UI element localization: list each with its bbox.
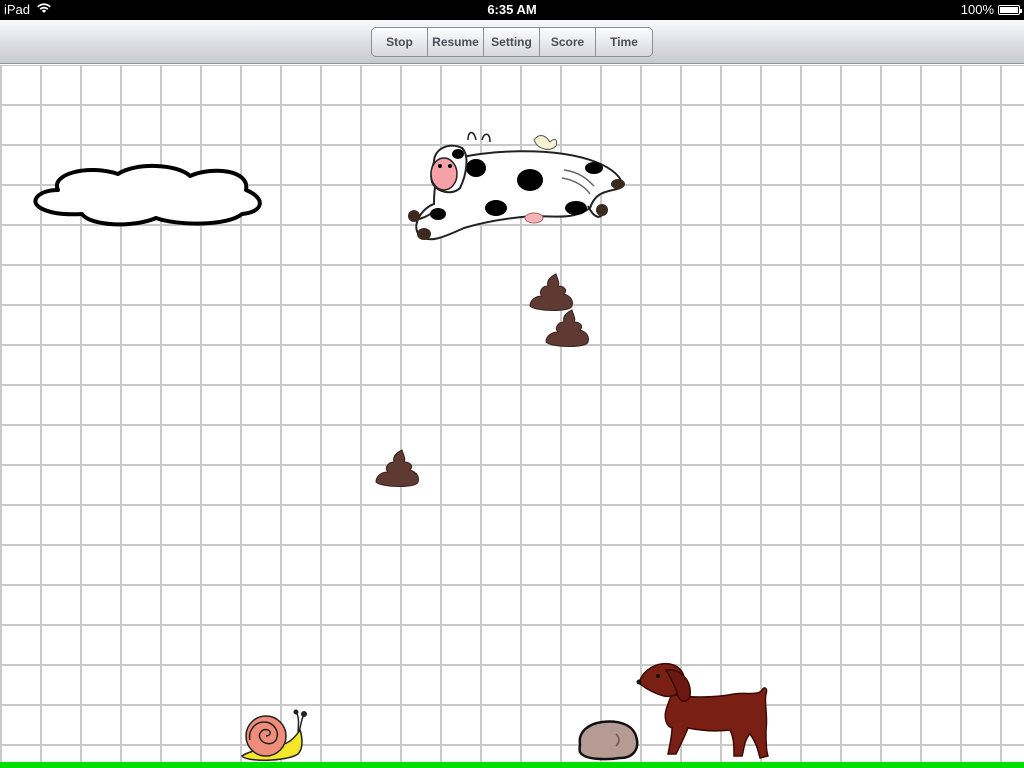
status-time: 6:35 AM	[487, 2, 537, 17]
battery-level	[1000, 6, 1018, 13]
status-bar: iPad 6:35 AM 100%	[0, 0, 1024, 20]
stop-button[interactable]: Stop	[372, 27, 428, 56]
setting-button[interactable]: Setting	[484, 27, 540, 56]
game-controls: Stop Resume Setting Score Time	[371, 26, 653, 57]
time-button[interactable]: Time	[596, 28, 652, 56]
ground	[0, 762, 1024, 768]
rock-sprite	[578, 720, 639, 761]
score-button[interactable]: Score	[540, 27, 596, 56]
cow-sprite	[408, 131, 625, 241]
battery-icon	[998, 4, 1022, 15]
dog-sprite	[636, 662, 769, 759]
poop-sprite	[375, 449, 419, 487]
poop-sprite	[545, 309, 589, 347]
cloud-sprite	[33, 163, 262, 227]
battery-percentage: 100%	[960, 2, 994, 17]
snail-sprite	[240, 709, 307, 761]
resume-button[interactable]: Resume	[428, 27, 484, 56]
toolbar: Stop Resume Setting Score Time	[0, 20, 1024, 64]
status-right: 100%	[960, 2, 1022, 17]
